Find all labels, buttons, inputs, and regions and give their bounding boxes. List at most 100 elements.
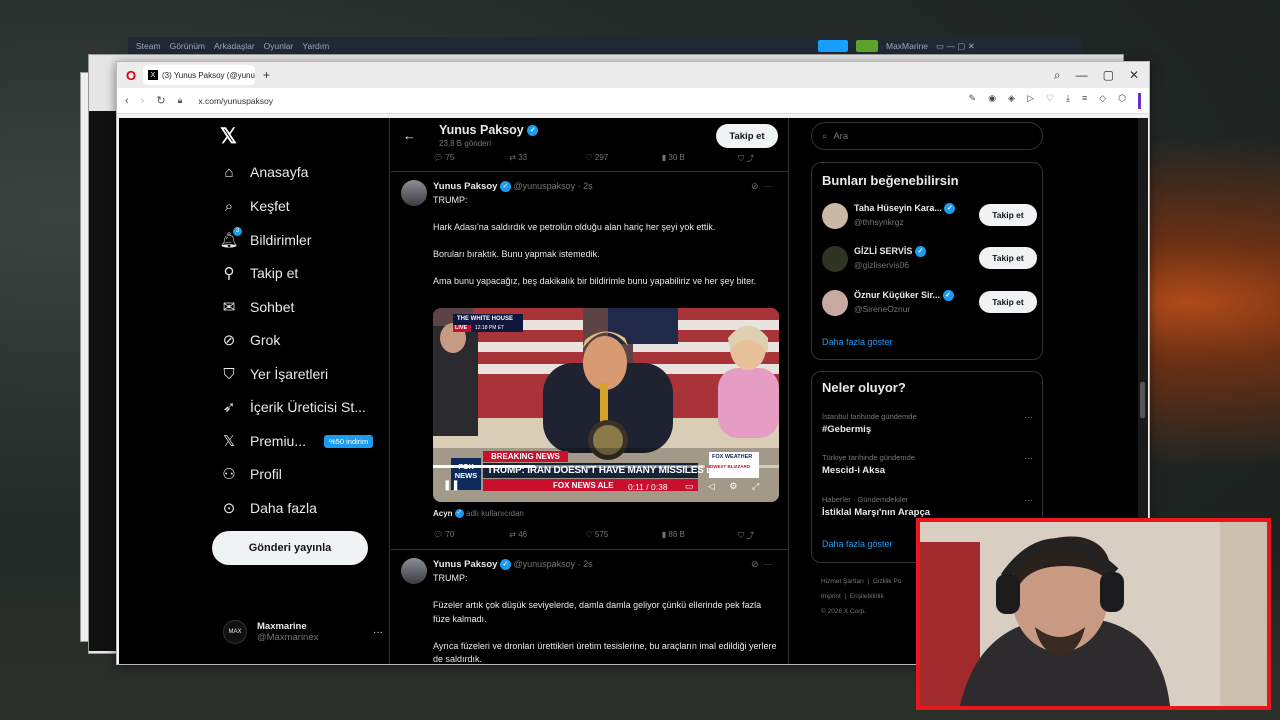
avatar[interactable] — [822, 246, 848, 272]
reload-icon[interactable]: ↻ — [156, 94, 165, 107]
cube-icon[interactable]: ⬡ — [1118, 93, 1126, 109]
follow-button[interactable]: Takip et — [979, 291, 1037, 313]
bookmark-share-icons[interactable]: ⛉ ⤴ — [738, 153, 778, 164]
nav-messages[interactable]: ✉ Sohbet — [220, 298, 295, 316]
nav-more[interactable]: ⊙ Daha fazla — [220, 499, 317, 517]
video-controls-icons[interactable]: ▭ ◁ ⚙ ⤢ — [685, 481, 765, 492]
trend-item[interactable]: Türkiye tarihinde gündemde Mescid-i Aksa… — [822, 453, 1037, 476]
like-action[interactable]: ♡ 297 — [586, 153, 662, 164]
repost-action[interactable]: ⇄ 33 — [509, 153, 585, 164]
tweet-time[interactable]: · 2s — [578, 559, 593, 569]
account-switcher[interactable]: MAX Maxmarine @Maxmarinex ··· — [223, 620, 383, 644]
camera-icon[interactable]: ◉ — [988, 93, 996, 109]
nav-bookmarks[interactable]: ⛉ Yer İşaretleri — [220, 365, 328, 383]
follow-button[interactable]: Takip et — [979, 247, 1037, 269]
suggestion-name[interactable]: Taha Hüseyin Kara... ✓ — [854, 203, 956, 215]
more-dots-icon[interactable]: ··· — [1024, 412, 1033, 422]
forward-icon[interactable]: › — [141, 95, 145, 107]
suggestion-name[interactable]: Öznur Küçüker Sir... ✓ — [854, 290, 954, 302]
play-icon[interactable]: ▷ — [1027, 93, 1034, 109]
close-window-icon[interactable]: ✕ — [1129, 68, 1139, 82]
nav-explore[interactable]: ⌕ Keşfet — [220, 197, 290, 215]
scrollbar-thumb[interactable] — [1140, 382, 1145, 418]
nav-premium[interactable]: 𝕏 Premiu... %50 indirim — [220, 432, 374, 450]
nav-grok[interactable]: ⊘ Grok — [220, 331, 281, 349]
minimize-icon[interactable]: — — [1076, 68, 1088, 82]
reply-action[interactable]: 💬︎ 75 — [433, 153, 509, 164]
more-dots-icon[interactable]: ··· — [1024, 453, 1033, 463]
tweet[interactable]: Yunus Paksoy ✓ @yunuspaksoy · 2s ⊘ ··· T… — [391, 549, 788, 664]
lock-icon: 🔒︎ — [177, 95, 183, 105]
nav-follow[interactable]: ⚲ Takip et — [220, 264, 299, 282]
trend-item[interactable]: İstanbul tarihinde gündemde #Gebermiş ··… — [822, 412, 1037, 435]
extension-icon[interactable]: ◇ — [1099, 93, 1106, 109]
steam-user-name[interactable]: MaxMarine — [886, 41, 928, 51]
heart-icon[interactable]: ♡ — [1046, 93, 1054, 109]
steam-menu-help[interactable]: Yardım — [302, 41, 329, 51]
browser-tab[interactable]: X (3) Yunus Paksoy (@yunus ✕ — [143, 65, 255, 85]
x-logo-icon[interactable]: 𝕏 — [220, 124, 237, 149]
steam-announce-button[interactable] — [818, 40, 848, 52]
reply-action[interactable]: 💬︎ 70 — [433, 530, 509, 541]
mail-icon: ✉ — [222, 299, 236, 316]
search-tabs-icon[interactable]: ⌕ — [1054, 68, 1061, 83]
avatar[interactable] — [401, 180, 427, 206]
grok-more-icons[interactable]: ⊘ ··· — [751, 181, 773, 192]
back-icon[interactable]: ‹ — [125, 95, 129, 107]
steam-menu-view[interactable]: Görünüm — [170, 41, 205, 51]
like-action[interactable]: ♡ 575 — [586, 530, 662, 541]
nav-creator-studio[interactable]: ➶ İçerik Üreticisi St... — [220, 398, 366, 416]
video-player[interactable]: THE WHITE HOUSE LIVE 12:18 PM ET BREAKIN… — [433, 308, 779, 502]
maximize-icon[interactable]: ▢ — [1103, 68, 1114, 82]
steam-menu-friends[interactable]: Arkadaşlar — [214, 41, 255, 51]
avatar[interactable] — [401, 558, 427, 584]
back-arrow-icon[interactable]: ← — [403, 128, 416, 143]
edit-icon[interactable]: ✎ — [969, 93, 977, 109]
suggestion-item[interactable]: Taha Hüseyin Kara... ✓ @thhsynkrgz Takip… — [822, 201, 1037, 233]
show-more-link[interactable]: Daha fazla göster — [822, 539, 893, 549]
more-dots-icon[interactable]: ··· — [1024, 495, 1033, 505]
grok-more-icons[interactable]: ⊘ ··· — [751, 559, 773, 570]
bookmark-share-icons[interactable]: ⛉ ⤴ — [738, 530, 778, 541]
avatar[interactable] — [822, 290, 848, 316]
opera-logo-icon[interactable]: O — [123, 68, 139, 83]
nav-home[interactable]: ⌂ Anasayfa — [220, 163, 308, 181]
suggestion-item[interactable]: Öznur Küçüker Sir... ✓ @SireneOznur Taki… — [822, 288, 1037, 320]
tweet[interactable]: Yunus Paksoy ✓ @yunuspaksoy · 2s ⊘ ··· T… — [391, 171, 788, 548]
more-dots-icon[interactable]: ··· — [373, 627, 383, 638]
tweet-time[interactable]: · 2s — [578, 181, 593, 191]
download-icon[interactable]: ⤓ — [1066, 93, 1070, 109]
author-handle[interactable]: @yunuspaksoy — [513, 181, 575, 191]
author-name[interactable]: Yunus Paksoy — [433, 181, 497, 192]
steam-window-controls[interactable]: ▭ — ▢ ✕ — [936, 41, 975, 52]
credit-name[interactable]: Acyn — [433, 509, 453, 518]
footer-link[interactable]: Imprint — [821, 593, 841, 600]
menu-icon[interactable]: ≡ — [1082, 93, 1087, 109]
trend-item[interactable]: Haberler · Gündemdekiler İstiklal Marşı'… — [822, 495, 1037, 518]
footer-link[interactable]: Hizmet Şartları — [821, 578, 864, 585]
steam-menu-games[interactable]: Oyunlar — [264, 41, 294, 51]
steam-menu-steam[interactable]: Steam — [136, 41, 161, 51]
suggestion-name[interactable]: GİZLİ SERVİS ✓ — [854, 246, 926, 258]
url-field[interactable]: x.com/yunuspaksoy — [198, 96, 273, 106]
shield-icon[interactable]: ◈ — [1008, 93, 1015, 109]
avatar[interactable] — [822, 203, 848, 229]
nav-notifications[interactable]: 🔔︎ 3 Bildirimler — [219, 227, 311, 249]
footer-link[interactable]: Gizlilik Po — [873, 578, 902, 585]
suggestion-item[interactable]: GİZLİ SERVİS ✓ @gizliservis06 Takip et — [822, 244, 1037, 276]
views-action[interactable]: ▮ 30 B — [662, 153, 738, 164]
repost-action[interactable]: ⇄ 46 — [509, 530, 585, 541]
nav-profile[interactable]: ⚇ Profil — [220, 465, 282, 483]
steam-notify-button[interactable] — [856, 40, 878, 52]
author-name[interactable]: Yunus Paksoy — [433, 559, 497, 570]
follow-button[interactable]: Takip et — [979, 204, 1037, 226]
author-handle[interactable]: @yunuspaksoy — [513, 559, 575, 569]
show-more-link[interactable]: Daha fazla göster — [822, 337, 893, 347]
pause-icon[interactable]: ❚❚ — [443, 480, 460, 491]
new-tab-icon[interactable]: + — [263, 68, 270, 82]
views-action[interactable]: ▮ 86 B — [662, 530, 738, 541]
search-input[interactable]: ⌕ Ara — [811, 122, 1043, 150]
post-button[interactable]: Gönderi yayınla — [212, 531, 368, 565]
follow-button[interactable]: Takip et — [716, 124, 778, 148]
footer-link[interactable]: Erişilebilirlik — [850, 593, 884, 600]
